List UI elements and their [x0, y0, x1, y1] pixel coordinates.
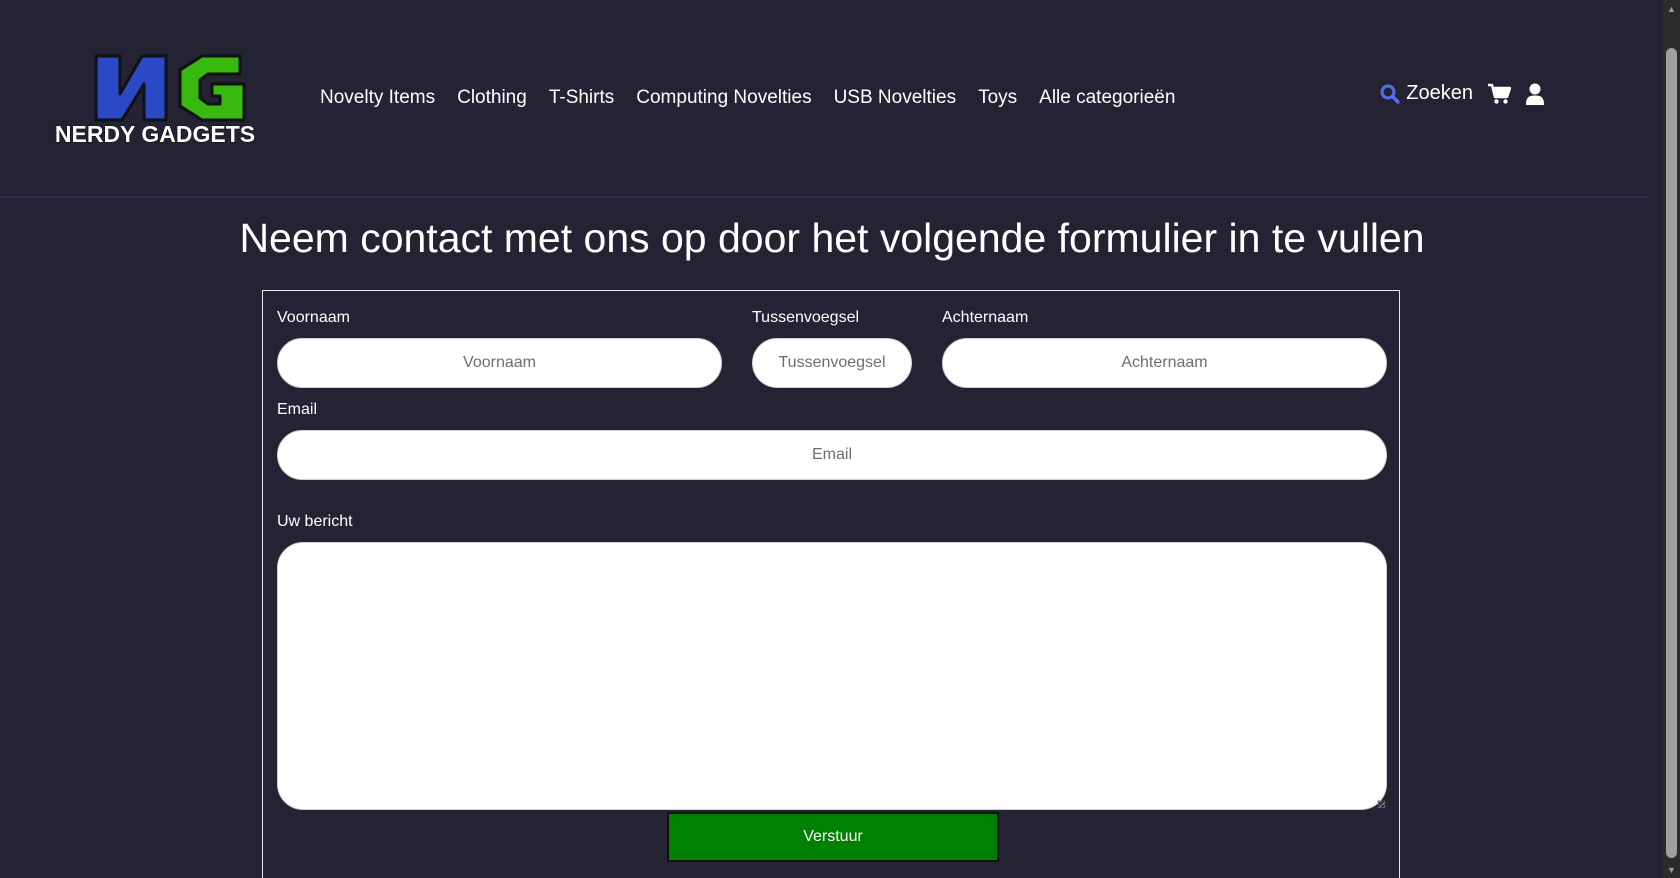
nav-t-shirts[interactable]: T-Shirts — [538, 84, 625, 112]
search-label: Zoeken — [1406, 82, 1473, 104]
textarea-resize-handle[interactable] — [1377, 800, 1385, 808]
nav-novelty-items[interactable]: Novelty Items — [320, 84, 446, 112]
achternaam-label: Achternaam — [942, 309, 1029, 326]
nav-computing-novelties[interactable]: Computing Novelties — [625, 84, 822, 112]
bericht-textarea[interactable] — [277, 542, 1387, 810]
nerdy-gadgets-logo[interactable]: NERDY GADGETS — [40, 54, 270, 146]
tussenvoegsel-label: Tussenvoegsel — [752, 309, 860, 326]
verstuur-button[interactable]: Verstuur — [667, 812, 999, 862]
page-title: Neem contact met ons op door het volgend… — [239, 215, 1425, 261]
contact-form: Voornaam Tussenvoegsel Achternaam Email … — [262, 290, 1400, 878]
bericht-label: Uw bericht — [277, 513, 353, 530]
search-button[interactable]: Zoeken — [1380, 82, 1473, 105]
nav-usb-novelties[interactable]: USB Novelties — [823, 84, 968, 112]
main-nav: Novelty Items Clothing T-Shirts Computin… — [320, 84, 1186, 112]
cart-icon[interactable] — [1487, 83, 1511, 105]
voornaam-label: Voornaam — [277, 309, 350, 326]
scroll-up-arrow-icon[interactable]: ▲ — [1663, 0, 1680, 17]
search-icon — [1380, 84, 1401, 104]
tussenvoegsel-input[interactable] — [752, 338, 912, 388]
logo-text: NERDY GADGETS — [55, 121, 255, 146]
voornaam-input[interactable] — [277, 338, 722, 388]
email-input[interactable] — [277, 430, 1387, 480]
email-label: Email — [277, 401, 318, 418]
page-scrollbar[interactable]: ▲ ▼ — [1663, 0, 1680, 878]
page: NERDY GADGETS Novelty Items Clothing T-S… — [0, 0, 1680, 878]
header-tools: Zoeken — [1380, 82, 1545, 105]
scroll-thumb[interactable] — [1666, 48, 1677, 858]
nav-alle-categorieen[interactable]: Alle categorieën — [1028, 84, 1186, 112]
user-icon[interactable] — [1525, 83, 1545, 105]
nav-clothing[interactable]: Clothing — [446, 84, 538, 112]
nav-toys[interactable]: Toys — [967, 84, 1028, 112]
site-header: NERDY GADGETS Novelty Items Clothing T-S… — [0, 0, 1648, 198]
scroll-down-arrow-icon[interactable]: ▼ — [1663, 861, 1680, 878]
achternaam-input[interactable] — [942, 338, 1387, 388]
